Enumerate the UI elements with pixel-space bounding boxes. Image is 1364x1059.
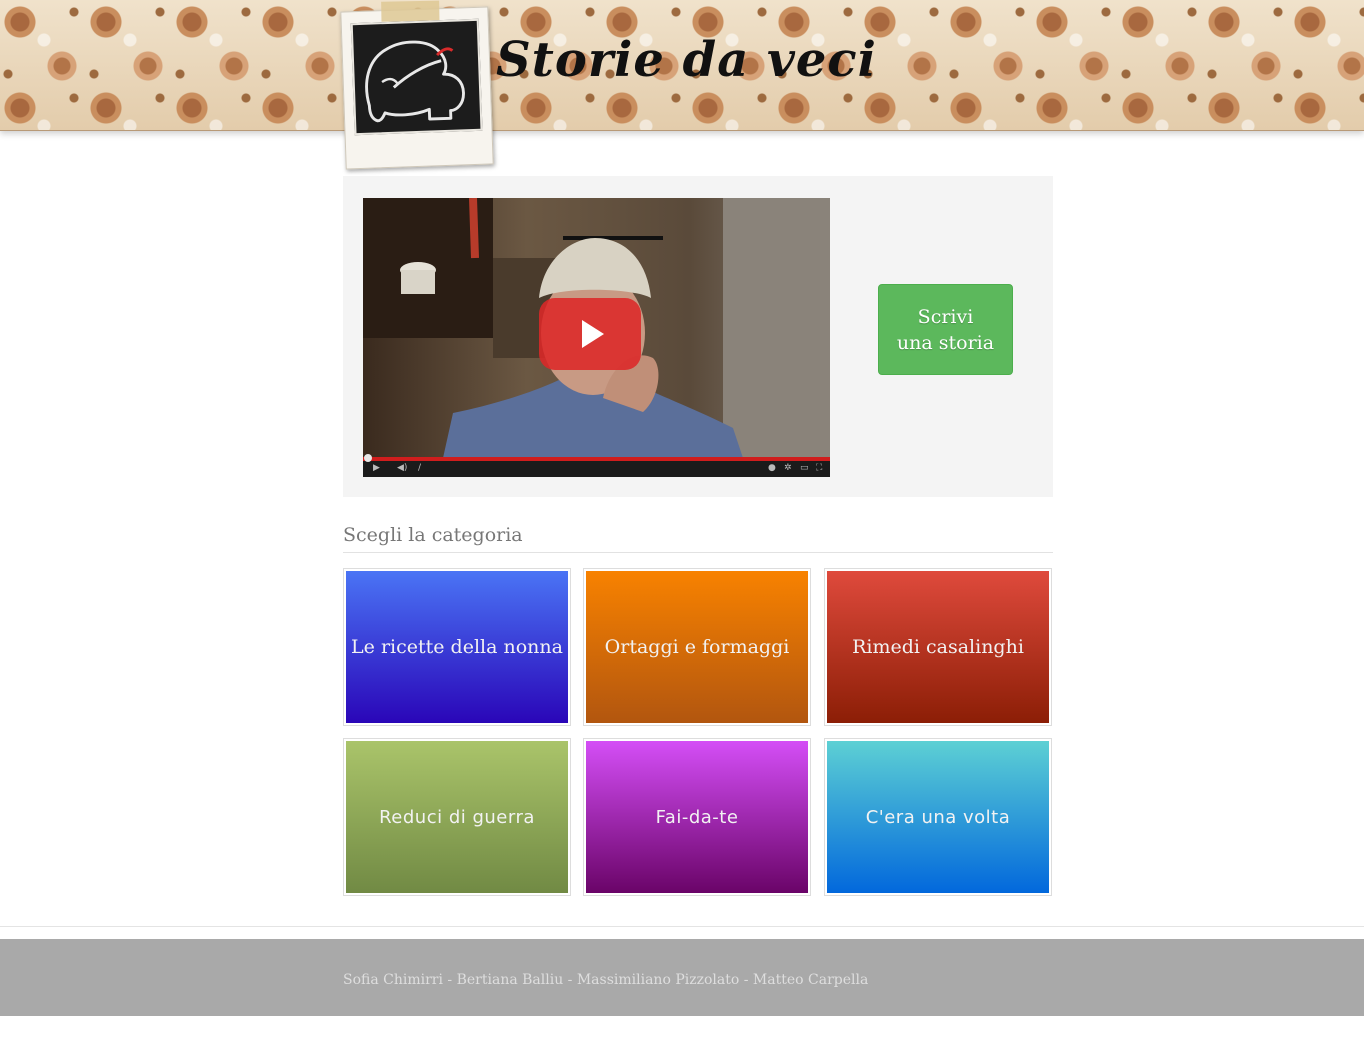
watch-later-icon[interactable]: ● <box>768 463 776 473</box>
category-tile[interactable]: Le ricette della nonna <box>343 568 571 726</box>
category-tile-label: Reduci di guerra <box>346 741 568 893</box>
category-tile[interactable]: Fai-da-te <box>583 738 811 896</box>
theater-mode-icon[interactable]: ▭ <box>800 463 809 473</box>
fullscreen-icon[interactable]: ⛶ <box>816 463 822 473</box>
grandparent-sketch-icon <box>365 40 465 123</box>
video-scrubber-handle[interactable] <box>364 454 372 462</box>
category-tile-label: Fai-da-te <box>586 741 808 893</box>
site-title[interactable]: Storie da veci <box>496 32 877 88</box>
video-play-button[interactable] <box>539 298 641 370</box>
category-tile[interactable]: Rimedi casalinghi <box>824 568 1052 726</box>
play-icon <box>582 320 604 348</box>
footer-divider <box>0 926 1364 927</box>
settings-gear-icon[interactable]: ✲ <box>784 463 792 473</box>
category-tile[interactable]: Reduci di guerra <box>343 738 571 896</box>
hero-panel: ▶ ◀) / ● ✲ ▭ ⛶ Scrivi una storia <box>343 176 1053 497</box>
site-logo[interactable] <box>340 0 494 170</box>
logo-photo <box>350 18 483 136</box>
video-player[interactable]: ▶ ◀) / ● ✲ ▭ ⛶ <box>363 198 830 477</box>
play-small-icon[interactable]: ▶ <box>373 463 380 473</box>
video-progress-bar[interactable] <box>363 457 830 461</box>
category-tile-label: Rimedi casalinghi <box>827 571 1049 723</box>
write-story-button[interactable]: Scrivi una storia <box>878 284 1013 375</box>
category-tile[interactable]: C'era una volta <box>824 738 1052 896</box>
footer-credits: Sofia Chimirri - Bertiana Balliu - Massi… <box>343 972 869 988</box>
category-tile-label: C'era una volta <box>827 741 1049 893</box>
category-heading: Scegli la categoria <box>343 524 1053 553</box>
video-controls: ▶ ◀) / ● ✲ ▭ ⛶ <box>363 454 830 477</box>
category-tile-label: Le ricette della nonna <box>346 571 568 723</box>
footer: Sofia Chimirri - Bertiana Balliu - Massi… <box>0 939 1364 1016</box>
time-separator: / <box>418 463 422 473</box>
tape-decoration <box>381 0 440 22</box>
category-tile[interactable]: Ortaggi e formaggi <box>583 568 811 726</box>
category-tile-label: Ortaggi e formaggi <box>586 571 808 723</box>
volume-icon[interactable]: ◀) <box>397 463 407 473</box>
